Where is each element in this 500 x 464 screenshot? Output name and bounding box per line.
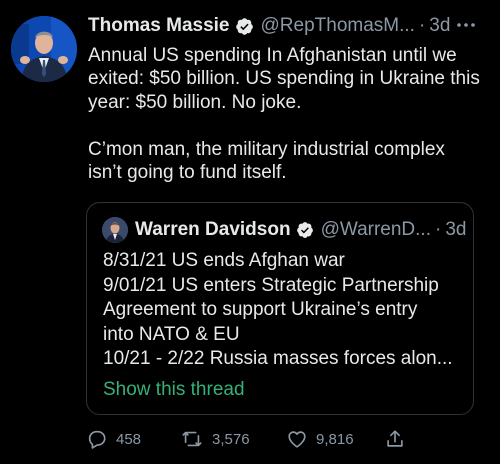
reply-button[interactable]: 458 [86, 424, 141, 454]
retweet-count: 3,576 [212, 430, 250, 448]
quoted-tweet[interactable]: Warren Davidson @WarrenD... · 3d 8/31/21… [86, 202, 474, 415]
tweet-text: Annual US spending In Afghanistan until … [88, 44, 483, 184]
quoted-tweet-line: 9/01/21 US enters Strategic Partnership [103, 274, 439, 296]
retweet-icon [182, 431, 202, 447]
verified-badge-icon [235, 17, 254, 36]
quoted-tweet-line: Agreement to support Ukraine’s entry [103, 299, 418, 321]
tweet-paragraph: Annual US spending In Afghanistan until … [88, 45, 480, 113]
quoted-tweet-line: 8/31/21 US ends Afghan war [103, 250, 345, 271]
tweet-actions: 458 3,576 9,816 [86, 424, 416, 454]
tweet-timestamp[interactable]: 3d [429, 15, 450, 37]
quoted-tweet-timestamp[interactable]: 3d [445, 219, 466, 241]
share-icon [387, 430, 403, 447]
quoted-author-display-name[interactable]: Warren Davidson [135, 219, 291, 241]
retweet-button[interactable]: 3,576 [180, 424, 250, 454]
more-options-icon[interactable] [451, 13, 481, 37]
tweet[interactable]: Thomas Massie @RepThomasM... · 3d Annual… [0, 0, 500, 464]
show-thread-link[interactable]: Show this thread [103, 379, 245, 401]
quoted-avatar-photo [102, 217, 128, 243]
author-avatar[interactable] [11, 16, 77, 82]
reply-count: 458 [116, 430, 142, 448]
quoted-tweet-header: Warren Davidson @WarrenD... · 3d [135, 216, 466, 244]
author-display-name[interactable]: Thomas Massie [88, 15, 230, 37]
author-handle[interactable]: @RepThomasM... [261, 15, 415, 37]
reply-icon [88, 430, 106, 449]
quoted-author-handle[interactable]: @WarrenD... [321, 219, 431, 241]
quoted-tweet-line: into NATO & EU [103, 323, 240, 345]
verified-badge-icon [296, 221, 314, 239]
share-button[interactable] [384, 424, 414, 454]
tweet-header: Thomas Massie @RepThomasM... · 3d [88, 11, 488, 41]
heart-icon [288, 431, 306, 448]
header-separator: · [435, 219, 442, 240]
quoted-tweet-line: 10/21 - 2/22 Russia masses forces alon..… [103, 348, 453, 370]
like-count: 9,816 [316, 430, 354, 448]
quoted-author-avatar[interactable] [102, 217, 128, 243]
avatar-photo [11, 16, 77, 82]
tweet-paragraph: C’mon man, the military industrial compl… [88, 138, 445, 184]
like-button[interactable]: 9,816 [286, 424, 354, 454]
header-separator: · [418, 15, 426, 36]
quoted-tweet-text: 8/31/21 US ends Afghan war 9/01/21 US en… [103, 249, 468, 372]
